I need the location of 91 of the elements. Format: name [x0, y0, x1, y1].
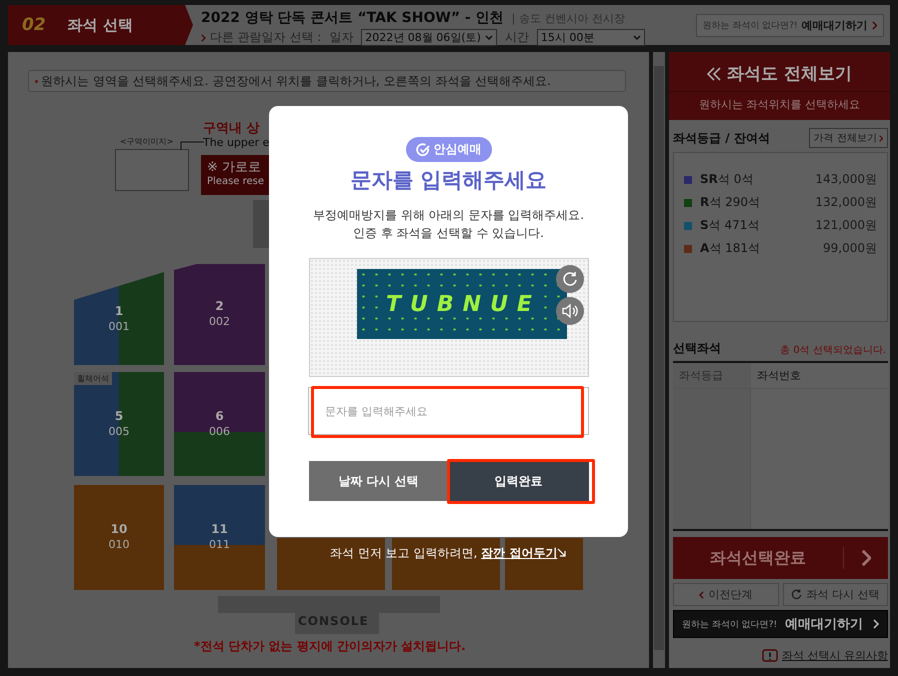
- section-code: 011: [208, 538, 231, 552]
- reselect-date-button[interactable]: 날짜 다시 선택: [308, 461, 448, 501]
- date-value: 2022년 08월 06일(토): [365, 30, 481, 45]
- prev-button[interactable]: 이전단계: [673, 583, 779, 606]
- chevron-icon: [872, 20, 877, 30]
- section-number: 2: [214, 299, 225, 314]
- notice-text: 원하시는 영역을 선택해주세요. 공연장에서 위치를 클릭하거나, 오른쪽의 좌석을 선택해주세요.: [41, 72, 551, 90]
- seat-section[interactable]: 5 005 휠체어석: [74, 372, 164, 476]
- section-number: 10: [110, 522, 128, 536]
- grade-price: 132,000원: [815, 194, 877, 211]
- concert-title: 2022 영탁 단독 콘서트 “TAK SHOW” - 인천: [201, 9, 504, 27]
- submit-button[interactable]: 입력완료: [448, 461, 588, 501]
- waitlist-label: 예매대기하기: [785, 616, 864, 633]
- waitlist-button[interactable]: 원하는 좌석이 없다면?! 예매대기하기: [696, 14, 884, 36]
- overview-button[interactable]: 좌석도 전체보기 원하시는 좌석위치를 선택하세요: [669, 52, 890, 120]
- selected-summary: 총 0석 선택되었습니다.: [780, 344, 886, 357]
- waitlist-button[interactable]: 원하는 좌석이 없다면?! 예매대기하기: [673, 610, 888, 638]
- section-number: 5: [114, 408, 124, 423]
- overview-subtitle: 원하시는 좌석위치를 선택하세요: [669, 91, 890, 112]
- chevron-icon: [878, 134, 883, 142]
- dialog-description: 부정예매방지를 위해 아래의 문자를 입력해주세요.: [312, 207, 584, 224]
- chevron-icon: [201, 34, 206, 42]
- arrow-icon: [557, 548, 566, 557]
- seat-section[interactable]: [505, 538, 583, 590]
- legend-caption: <구역이미지>: [120, 136, 174, 147]
- refresh-button[interactable]: [556, 265, 584, 293]
- chevron-icon: [860, 549, 872, 567]
- grade-label: R석 290석: [700, 194, 761, 211]
- date-label: 일자: [329, 29, 354, 46]
- waitlist-hint: 원하는 좌석이 없다면?!: [682, 618, 778, 630]
- dialog-description: 인증 후 좌석을 선택할 수 있습니다.: [352, 225, 545, 242]
- seat-section[interactable]: 11 011: [174, 485, 265, 590]
- seat-section[interactable]: 10 010: [74, 485, 164, 590]
- section-number: 11: [210, 522, 229, 536]
- grade-price: 121,000원: [815, 217, 877, 234]
- section-code: 010: [108, 538, 130, 552]
- grade-price: 99,000원: [823, 240, 877, 257]
- seat-section[interactable]: 1 001: [74, 272, 164, 365]
- date-select[interactable]: 2022년 08월 06일(토): [361, 29, 497, 46]
- waitlist-label: 예매대기하기: [802, 18, 868, 32]
- section-code: 001: [108, 320, 130, 333]
- footnote: *전석 단차가 없는 평지에 간이의자가 설치됩니다.: [194, 638, 466, 655]
- double-chevron-icon: [707, 66, 722, 80]
- chevron-left-icon: [699, 590, 704, 598]
- wheelchair-label: 휠체어석: [74, 372, 112, 385]
- price-button[interactable]: 가격 전체보기: [808, 128, 888, 148]
- leader-line: [180, 141, 204, 150]
- seat-section[interactable]: 2 002: [174, 264, 265, 365]
- time-select[interactable]: 15시 00분: [536, 29, 645, 46]
- price-button-label: 가격 전체보기: [814, 132, 877, 145]
- refresh-icon: [562, 271, 578, 287]
- time-value: 15시 00분: [540, 30, 594, 45]
- seat-section[interactable]: 6 006: [174, 372, 265, 476]
- grade-price: 143,000원: [815, 171, 877, 188]
- caret-icon: [632, 34, 641, 40]
- section-code: 002: [208, 315, 231, 328]
- section-number: 1: [114, 304, 124, 318]
- grade-label: A석 181석: [700, 240, 762, 257]
- warning-subtitle: Please rese: [207, 176, 266, 187]
- warning-icon: [762, 649, 778, 662]
- check-circle-icon: [416, 142, 430, 156]
- caution-link[interactable]: 좌석 선택시 유의사항: [782, 648, 888, 663]
- upper-title: 구역내 상: [203, 120, 260, 137]
- selected-title: 선택좌석: [673, 340, 722, 357]
- scrollbar[interactable]: [653, 52, 666, 668]
- step-number: 02: [22, 15, 46, 35]
- refresh-icon: [791, 589, 802, 600]
- warning-title: ※ 가로로: [207, 159, 262, 176]
- section-number: 6: [214, 408, 225, 423]
- step-label: 좌석 선택: [68, 16, 133, 34]
- waitlist-hint: 원하는 좌석이 없다면?!: [702, 20, 798, 32]
- time-label: 시간: [504, 29, 529, 46]
- fold-link[interactable]: 잠깐 접어두기: [481, 546, 566, 560]
- seat-section[interactable]: [277, 538, 385, 590]
- section-code: 005: [108, 424, 130, 438]
- complete-button[interactable]: 좌석선택완료: [673, 537, 888, 579]
- speaker-icon: [560, 303, 578, 319]
- badge-label: 안심예매: [434, 141, 482, 158]
- section-code: 006: [208, 424, 231, 438]
- chevron-icon: [873, 619, 879, 629]
- grades-title: 좌석등급 / 잔여석: [673, 130, 770, 146]
- date-prompt: 다른 관람일자 선택 :: [210, 29, 322, 46]
- grade-label: SR석 0석: [700, 171, 754, 188]
- grade-label: S석 471석: [700, 217, 760, 234]
- upper-subtitle: The upper e: [203, 136, 270, 149]
- reset-button[interactable]: 좌석 다시 선택: [782, 583, 888, 606]
- dialog-title: 문자를 입력해주세요: [350, 167, 547, 194]
- caret-icon: [484, 34, 493, 40]
- column-header: 좌석번호: [751, 363, 888, 389]
- overview-title: 좌석도 전체보기: [727, 63, 852, 85]
- fold-prompt: 좌석 먼저 보고 입력하려면, 잠깐 접어두기: [330, 545, 566, 562]
